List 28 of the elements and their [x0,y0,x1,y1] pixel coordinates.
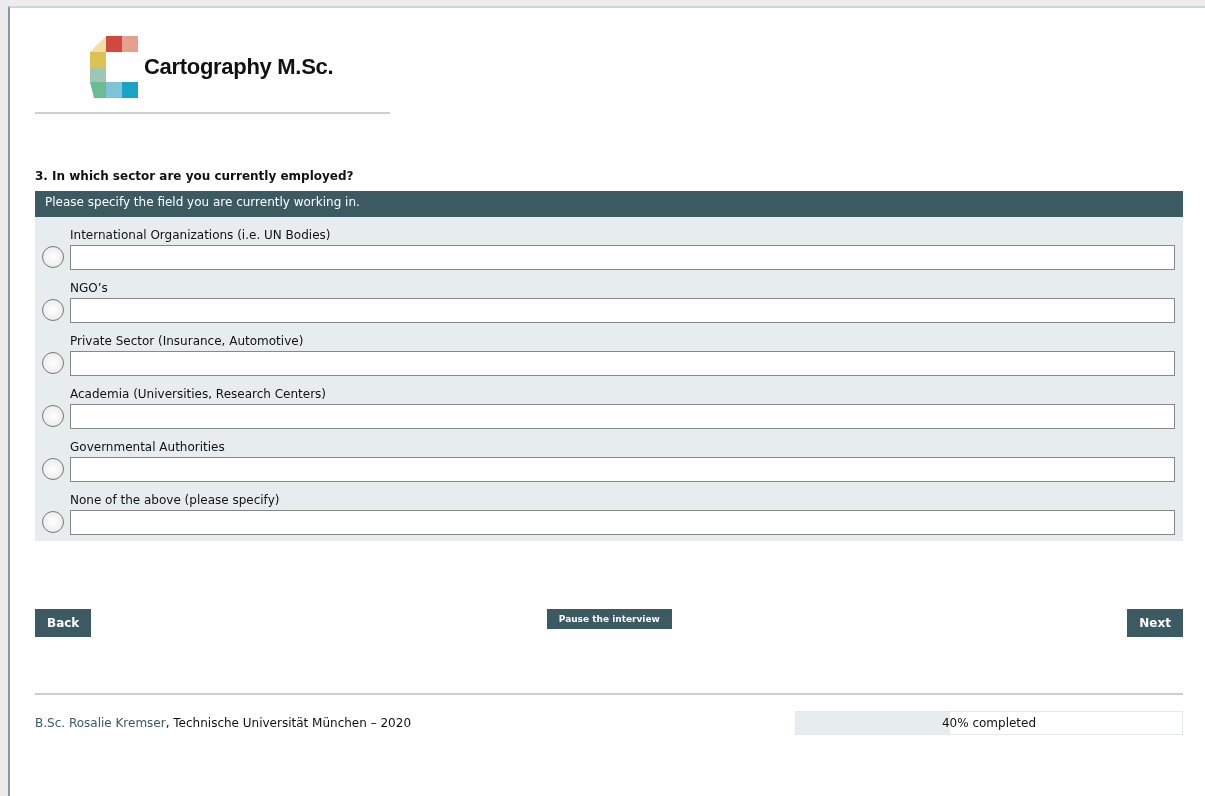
pause-button[interactable]: Pause the interview [546,609,672,629]
input-field[interactable] [70,457,1175,482]
radio-button[interactable] [42,458,64,480]
input-field[interactable] [70,404,1175,429]
footer-text: , Technische Universität München – 2020 [165,716,411,730]
instruction-text: Please specify the field you are currently working in. [45,195,360,209]
next-button[interactable]: Next [1127,609,1183,637]
option-label: Private Sector (Insurance, Automotive) [70,334,305,348]
input-field[interactable] [70,510,1175,535]
logo-text: Cartography M.Sc. [144,54,334,80]
progress-label: 40% completed [941,716,1037,730]
back-button[interactable]: Back [35,609,92,637]
logo-icon [90,36,138,98]
option-label: NGO’s [70,281,109,295]
option-label: International Organizations (i.e. UN Bodies) [70,228,332,242]
radio-button[interactable] [42,511,64,533]
option-label: None of the above (please specify) [70,493,281,507]
option-label: Academia (Universities, Research Centers) [70,387,328,401]
option-label: Governmental Authorities [70,440,226,454]
radio-button[interactable] [42,299,64,321]
radio-button[interactable] [42,246,64,268]
input-field[interactable] [70,351,1175,376]
input-field[interactable] [70,245,1175,270]
author-link[interactable]: B.Sc. Rosalie Kremser [35,716,166,730]
question-title: 3. In which sector are you currently employed? [35,169,355,183]
radio-button[interactable] [42,405,64,427]
radio-button[interactable] [42,352,64,374]
input-field[interactable] [70,298,1175,323]
